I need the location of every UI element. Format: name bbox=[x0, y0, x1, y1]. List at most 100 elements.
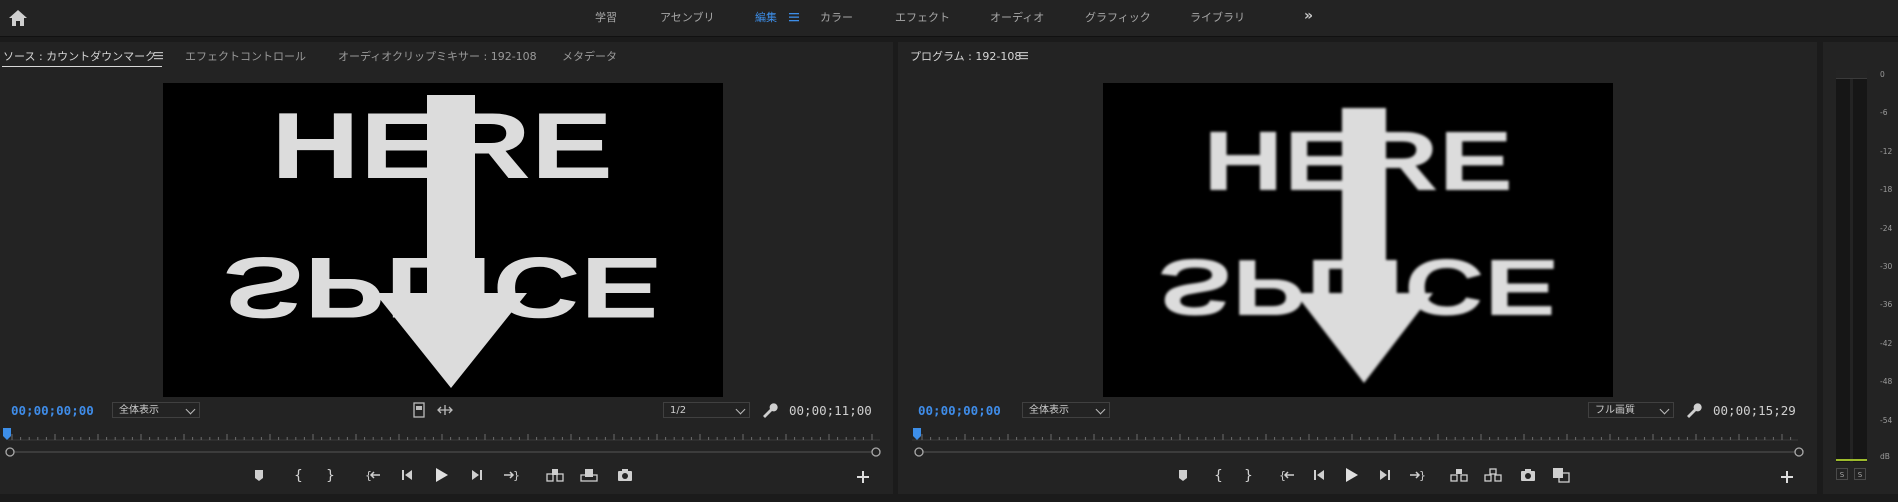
source-resolution-select[interactable]: 1/2 bbox=[663, 402, 750, 418]
comparison-view-icon[interactable] bbox=[1552, 466, 1570, 484]
chevron-down-icon bbox=[185, 404, 196, 415]
source-zoom-select[interactable]: 全体表示 bbox=[112, 402, 200, 418]
workspace-menu-icon[interactable] bbox=[789, 12, 799, 22]
button-editor-plus-icon[interactable] bbox=[1778, 468, 1796, 486]
workspace-tab-graphics[interactable]: グラフィック bbox=[1085, 0, 1151, 36]
panel-menu-icon[interactable] bbox=[154, 51, 163, 60]
source-monitor-panel: ソース : カウントダウンマーク エフェクトコントロール オーディオクリップミキ… bbox=[0, 42, 893, 494]
meter-scale-label: 0 bbox=[1880, 70, 1885, 79]
play-icon[interactable] bbox=[1342, 466, 1360, 484]
step-forward-icon[interactable] bbox=[1376, 466, 1394, 484]
source-timecode[interactable]: 00;00;00;00 bbox=[11, 403, 94, 418]
export-frame-icon[interactable] bbox=[616, 466, 634, 484]
add-marker-icon[interactable] bbox=[250, 466, 268, 484]
panel-menu-icon[interactable] bbox=[1019, 51, 1028, 60]
zoom-handle-left[interactable] bbox=[5, 447, 15, 457]
audio-level-indicator bbox=[1836, 459, 1867, 461]
program-duration: 00;00;15;29 bbox=[1713, 403, 1796, 418]
frame-text-bottom: SPLICE bbox=[223, 239, 661, 335]
solo-right-button[interactable]: S bbox=[1854, 468, 1866, 480]
step-forward-icon[interactable] bbox=[468, 466, 486, 484]
step-back-icon[interactable] bbox=[1310, 466, 1328, 484]
lift-icon[interactable] bbox=[1450, 466, 1468, 484]
program-monitor-panel: プログラム : 192-108 HERE SPLICE 00;00;00;00 … bbox=[898, 42, 1817, 494]
home-icon[interactable] bbox=[8, 9, 28, 27]
source-zoom-select-value: 全体表示 bbox=[119, 405, 159, 416]
meter-scale-label: -12 bbox=[1880, 147, 1893, 156]
workspace-tab-assembly[interactable]: アセンブリ bbox=[660, 0, 714, 36]
go-to-out-icon[interactable]: } bbox=[502, 466, 520, 484]
frame-text-top: HERE bbox=[1203, 114, 1513, 208]
mark-out-icon[interactable]: } bbox=[1238, 466, 1256, 484]
wrench-icon[interactable] bbox=[1684, 401, 1702, 419]
source-time-ruler[interactable] bbox=[0, 428, 893, 460]
workspace-tab-effects[interactable]: エフェクト bbox=[895, 0, 950, 36]
source-duration: 00;00;11;00 bbox=[789, 403, 872, 418]
meter-scale-label: -36 bbox=[1880, 300, 1893, 309]
audio-meter-left-channel bbox=[1836, 70, 1850, 462]
tab-audio-clip-mixer[interactable]: オーディオクリップミキサー : 192-108 bbox=[338, 48, 537, 64]
meter-scale-label: -42 bbox=[1880, 339, 1893, 348]
chevron-down-icon bbox=[735, 404, 746, 415]
add-marker-icon[interactable] bbox=[1174, 466, 1192, 484]
meter-scale-label: -6 bbox=[1880, 108, 1888, 117]
program-zoom-select-value: 全体表示 bbox=[1029, 405, 1069, 416]
workspace-tab-editing[interactable]: 編集 bbox=[755, 0, 777, 36]
source-playhead[interactable] bbox=[3, 428, 11, 440]
step-back-icon[interactable] bbox=[398, 466, 416, 484]
chevron-down-icon bbox=[1095, 404, 1106, 415]
source-resolution-select-value: 1/2 bbox=[670, 405, 687, 416]
svg-text:}: } bbox=[326, 468, 335, 484]
export-frame-icon[interactable] bbox=[1519, 466, 1537, 484]
go-to-in-icon[interactable]: { bbox=[1278, 466, 1296, 484]
source-video-frame[interactable]: HERE SPLICE bbox=[163, 83, 723, 397]
insert-icon[interactable] bbox=[546, 466, 564, 484]
workspace-tab-color[interactable]: カラー bbox=[820, 0, 853, 36]
meter-scale-label: -48 bbox=[1880, 377, 1893, 386]
program-time-ruler[interactable] bbox=[898, 428, 1817, 460]
play-icon[interactable] bbox=[432, 466, 450, 484]
active-tab-underline bbox=[2, 66, 162, 67]
program-playhead[interactable] bbox=[913, 428, 921, 440]
go-to-in-icon[interactable]: { bbox=[364, 466, 382, 484]
meter-scale-label: dB bbox=[1880, 452, 1890, 461]
wrench-icon[interactable] bbox=[760, 401, 778, 419]
overwrite-icon[interactable] bbox=[580, 466, 598, 484]
svg-text:}: } bbox=[1244, 468, 1253, 484]
solo-left-button[interactable]: S bbox=[1836, 468, 1848, 480]
program-panel-title[interactable]: プログラム : 192-108 bbox=[910, 48, 1021, 64]
tab-metadata[interactable]: メタデータ bbox=[562, 48, 617, 64]
program-quality-select-value: フル画質 bbox=[1595, 405, 1635, 416]
workspace-tab-libraries[interactable]: ライブラリ bbox=[1190, 0, 1245, 36]
audio-meter-right-channel bbox=[1853, 70, 1867, 462]
tab-effect-controls[interactable]: エフェクトコントロール bbox=[185, 48, 306, 64]
meter-scale-label: -18 bbox=[1880, 185, 1893, 194]
drag-video-only-icon[interactable] bbox=[410, 401, 428, 419]
workspace-tab-learning[interactable]: 学習 bbox=[595, 0, 617, 36]
workspace-tab-audio[interactable]: オーディオ bbox=[990, 0, 1044, 36]
drag-audio-only-icon[interactable] bbox=[436, 401, 454, 419]
program-quality-select[interactable]: フル画質 bbox=[1588, 402, 1674, 418]
frame-text-bottom: SPLICE bbox=[1158, 243, 1558, 332]
program-zoom-select[interactable]: 全体表示 bbox=[1022, 402, 1110, 418]
mark-in-icon[interactable]: { bbox=[288, 466, 306, 484]
workspace-bar: 学習 アセンブリ 編集 カラー エフェクト オーディオ グラフィック ライブラリ… bbox=[0, 0, 1898, 37]
mark-out-icon[interactable]: } bbox=[320, 466, 338, 484]
zoom-handle-right[interactable] bbox=[871, 447, 881, 457]
frame-text-top: HERE bbox=[271, 93, 613, 198]
program-timecode[interactable]: 00;00;00;00 bbox=[918, 403, 1001, 418]
svg-text:{: { bbox=[1214, 468, 1223, 484]
go-to-out-icon[interactable]: } bbox=[1408, 466, 1426, 484]
mark-in-icon[interactable]: { bbox=[1208, 466, 1226, 484]
meter-scale-label: -54 bbox=[1880, 416, 1893, 425]
program-video-frame[interactable]: HERE SPLICE bbox=[1103, 83, 1613, 397]
zoom-handle-right[interactable] bbox=[1794, 447, 1804, 457]
zoom-handle-left[interactable] bbox=[914, 447, 924, 457]
svg-text:{: { bbox=[294, 468, 303, 484]
peak-indicator bbox=[1836, 70, 1867, 79]
svg-text:}: } bbox=[1419, 469, 1426, 482]
tab-source[interactable]: ソース : カウントダウンマーク bbox=[3, 48, 156, 64]
double-chevron-right-icon[interactable]: » bbox=[1304, 8, 1313, 24]
button-editor-plus-icon[interactable] bbox=[854, 468, 872, 486]
extract-icon[interactable] bbox=[1484, 466, 1502, 484]
